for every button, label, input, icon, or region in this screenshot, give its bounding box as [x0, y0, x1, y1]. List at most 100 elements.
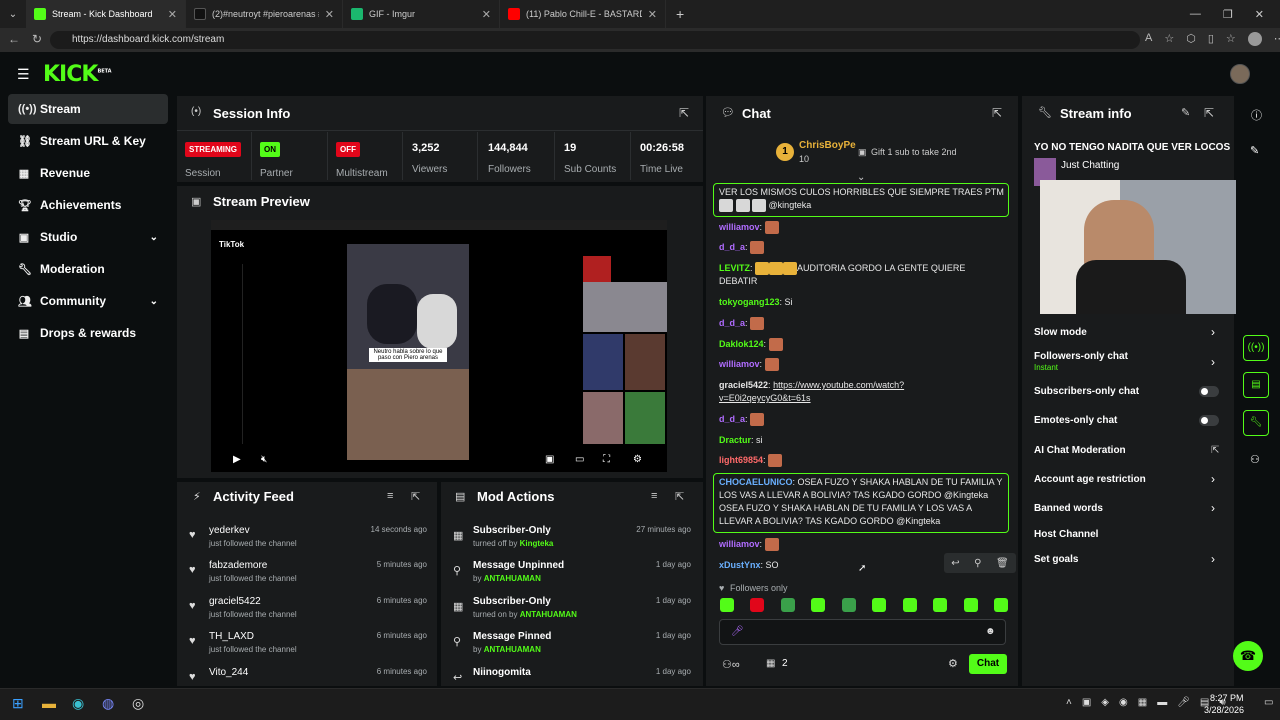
- infinity-icon[interactable]: ⚇∞: [722, 658, 740, 671]
- tray-app-icon[interactable]: ▣: [1082, 697, 1091, 708]
- extensions-icon[interactable]: ⬡: [1186, 32, 1196, 46]
- chevron-right-icon[interactable]: ›: [1211, 472, 1215, 486]
- emoji-picker-icon[interactable]: ☻: [985, 626, 996, 637]
- set-goals-setting[interactable]: Set goals: [1034, 554, 1078, 565]
- popout-icon[interactable]: ⇱: [1204, 106, 1214, 120]
- sidebar-item-moderation[interactable]: 🔧︎ Moderation: [8, 254, 168, 284]
- help-chat-button[interactable]: ☎: [1233, 641, 1263, 671]
- community-icon[interactable]: ⚇: [1250, 453, 1260, 466]
- obs-icon[interactable]: ◎: [132, 695, 144, 712]
- tray-expand-icon[interactable]: ˄: [1066, 697, 1072, 708]
- kick-logo[interactable]: KICKBETA: [43, 62, 112, 87]
- popout-icon[interactable]: ⇱: [679, 106, 689, 120]
- emote-icon[interactable]: [841, 598, 856, 612]
- host-channel-setting[interactable]: Host Channel: [1034, 529, 1098, 540]
- windows-start-icon[interactable]: ⊞: [12, 695, 24, 712]
- edit-pencil-icon[interactable]: ✎: [1250, 144, 1259, 157]
- favorite-star-icon[interactable]: ☆: [1164, 32, 1174, 46]
- chevron-right-icon[interactable]: ›: [1211, 325, 1215, 339]
- broadcast-icon[interactable]: ((•)): [1243, 335, 1269, 361]
- chevron-right-icon[interactable]: ›: [1211, 355, 1215, 369]
- fullscreen-icon[interactable]: ⛶: [603, 454, 610, 465]
- emote-icon[interactable]: [872, 598, 887, 612]
- sidebar-item-drops-rewards[interactable]: ▤ Drops & rewards: [8, 318, 168, 348]
- banned-words-setting[interactable]: Banned words: [1034, 503, 1103, 514]
- sidebar-item-studio[interactable]: ▣ Studio ⌄: [8, 222, 168, 252]
- emote-icon[interactable]: [902, 598, 917, 612]
- address-bar[interactable]: https://dashboard.kick.com/stream: [50, 31, 1140, 49]
- reply-icon[interactable]: ↩: [951, 558, 959, 569]
- chevron-right-icon[interactable]: ›: [1211, 552, 1215, 566]
- chat-link[interactable]: https://www.youtube.com/watch?: [773, 380, 904, 390]
- maximize-icon[interactable]: ❐: [1223, 8, 1233, 21]
- account-age-setting[interactable]: Account age restriction: [1034, 474, 1146, 485]
- user-avatar[interactable]: [1230, 64, 1250, 84]
- play-icon[interactable]: ▶: [233, 454, 241, 465]
- wrench-icon[interactable]: 🔧︎: [1243, 410, 1269, 436]
- close-tab-icon[interactable]: ✕: [482, 8, 491, 21]
- gift-icon[interactable]: ▦: [766, 658, 775, 669]
- emotes-only-toggle[interactable]: [1199, 415, 1219, 426]
- pip-icon[interactable]: ▣: [545, 454, 554, 465]
- info-icon[interactable]: ⓘ: [1251, 107, 1262, 123]
- emote-icon[interactable]: [963, 598, 978, 612]
- close-tab-icon[interactable]: ✕: [648, 8, 657, 21]
- back-icon[interactable]: ←: [8, 32, 20, 46]
- filter-icon[interactable]: ≡: [651, 490, 657, 502]
- delete-icon[interactable]: 🗑︎: [996, 558, 1009, 569]
- top-gifter-name[interactable]: ChrisBoyPe: [799, 140, 856, 151]
- hamburger-menu-icon[interactable]: ☰: [17, 66, 30, 83]
- mute-icon[interactable]: 🔇︎: [261, 454, 267, 465]
- sidebar-item-community[interactable]: 👥︎ Community ⌄: [8, 286, 168, 316]
- tray-app-icon[interactable]: ◈: [1101, 697, 1109, 708]
- profile-avatar-icon[interactable]: [1247, 32, 1262, 46]
- gift-sub-prompt[interactable]: Gift 1 sub to take 2nd: [871, 147, 957, 157]
- theater-icon[interactable]: ▭: [575, 454, 584, 465]
- emote-icon[interactable]: [993, 598, 1008, 612]
- close-tab-icon[interactable]: ✕: [168, 8, 177, 21]
- emote-icon[interactable]: [933, 598, 948, 612]
- subscribers-only-toggle[interactable]: [1199, 386, 1219, 397]
- tab-youtube[interactable]: (11) Pablo Chill-E - BASTARDO ft R✕: [500, 0, 666, 28]
- chat-send-button[interactable]: Chat: [969, 654, 1007, 674]
- filter-icon[interactable]: ≡: [387, 490, 393, 502]
- close-tab-icon[interactable]: ✕: [325, 8, 334, 21]
- notifications-icon[interactable]: ▭: [1264, 697, 1273, 708]
- chat-input[interactable]: [719, 619, 1006, 645]
- split-screen-icon[interactable]: ▯: [1208, 32, 1214, 46]
- chevron-right-icon[interactable]: ›: [1211, 501, 1215, 515]
- sidebar-item-stream[interactable]: ((•)) Stream: [8, 94, 168, 124]
- file-explorer-icon[interactable]: ▬: [42, 695, 56, 711]
- tray-app-icon[interactable]: ▬: [1157, 697, 1167, 708]
- minimize-icon[interactable]: —: [1190, 8, 1201, 21]
- tab-tiktok[interactable]: (2)#neutroyt #pieroarenas #polem✕: [186, 0, 343, 28]
- new-tab-button[interactable]: +: [666, 6, 694, 22]
- emote-icon[interactable]: [720, 598, 734, 612]
- ai-moderation-setting[interactable]: AI Chat Moderation: [1034, 445, 1126, 456]
- popout-icon[interactable]: ⇱: [675, 490, 684, 503]
- emote-icon[interactable]: [780, 598, 795, 612]
- sidebar-item-achievements[interactable]: 🏆︎ Achievements: [8, 190, 168, 220]
- popout-icon[interactable]: ⇱: [411, 490, 420, 503]
- popout-icon[interactable]: ⇱: [992, 106, 1002, 120]
- chat-link[interactable]: v=E0i2qeycyG0&t=61s: [719, 393, 811, 403]
- sidebar-item-revenue[interactable]: ▦ Revenue: [8, 158, 168, 188]
- pin-icon[interactable]: ⚲: [974, 558, 981, 569]
- emote-icon[interactable]: [811, 598, 826, 612]
- settings-gear-icon[interactable]: ⚙: [633, 454, 642, 465]
- layout-icon[interactable]: ▤: [1243, 372, 1269, 398]
- slow-mode-setting[interactable]: Slow mode: [1034, 327, 1087, 338]
- refresh-icon[interactable]: ↻: [32, 32, 42, 46]
- stream-category[interactable]: Just Chatting: [1061, 160, 1119, 171]
- tray-app-icon[interactable]: ▦: [1138, 697, 1147, 708]
- tab-kick-dashboard[interactable]: Stream - Kick Dashboard ✕: [26, 0, 186, 28]
- sidebar-item-stream-url-key[interactable]: ⛓ Stream URL & Key: [8, 126, 168, 156]
- more-menu-icon[interactable]: ⋯: [1274, 32, 1280, 46]
- microphone-icon[interactable]: 🎤︎: [731, 626, 744, 637]
- tab-list-button[interactable]: ⌄: [0, 9, 26, 20]
- tab-imgur[interactable]: GIF - Imgur ✕: [343, 0, 500, 28]
- chat-settings-icon[interactable]: ⚙: [948, 657, 958, 670]
- read-aloud-icon[interactable]: A: [1145, 32, 1152, 46]
- clock-time[interactable]: 8:27 PM: [1210, 693, 1244, 703]
- stream-video[interactable]: TikTok Neutro habla sobre lo que paso co…: [211, 220, 667, 472]
